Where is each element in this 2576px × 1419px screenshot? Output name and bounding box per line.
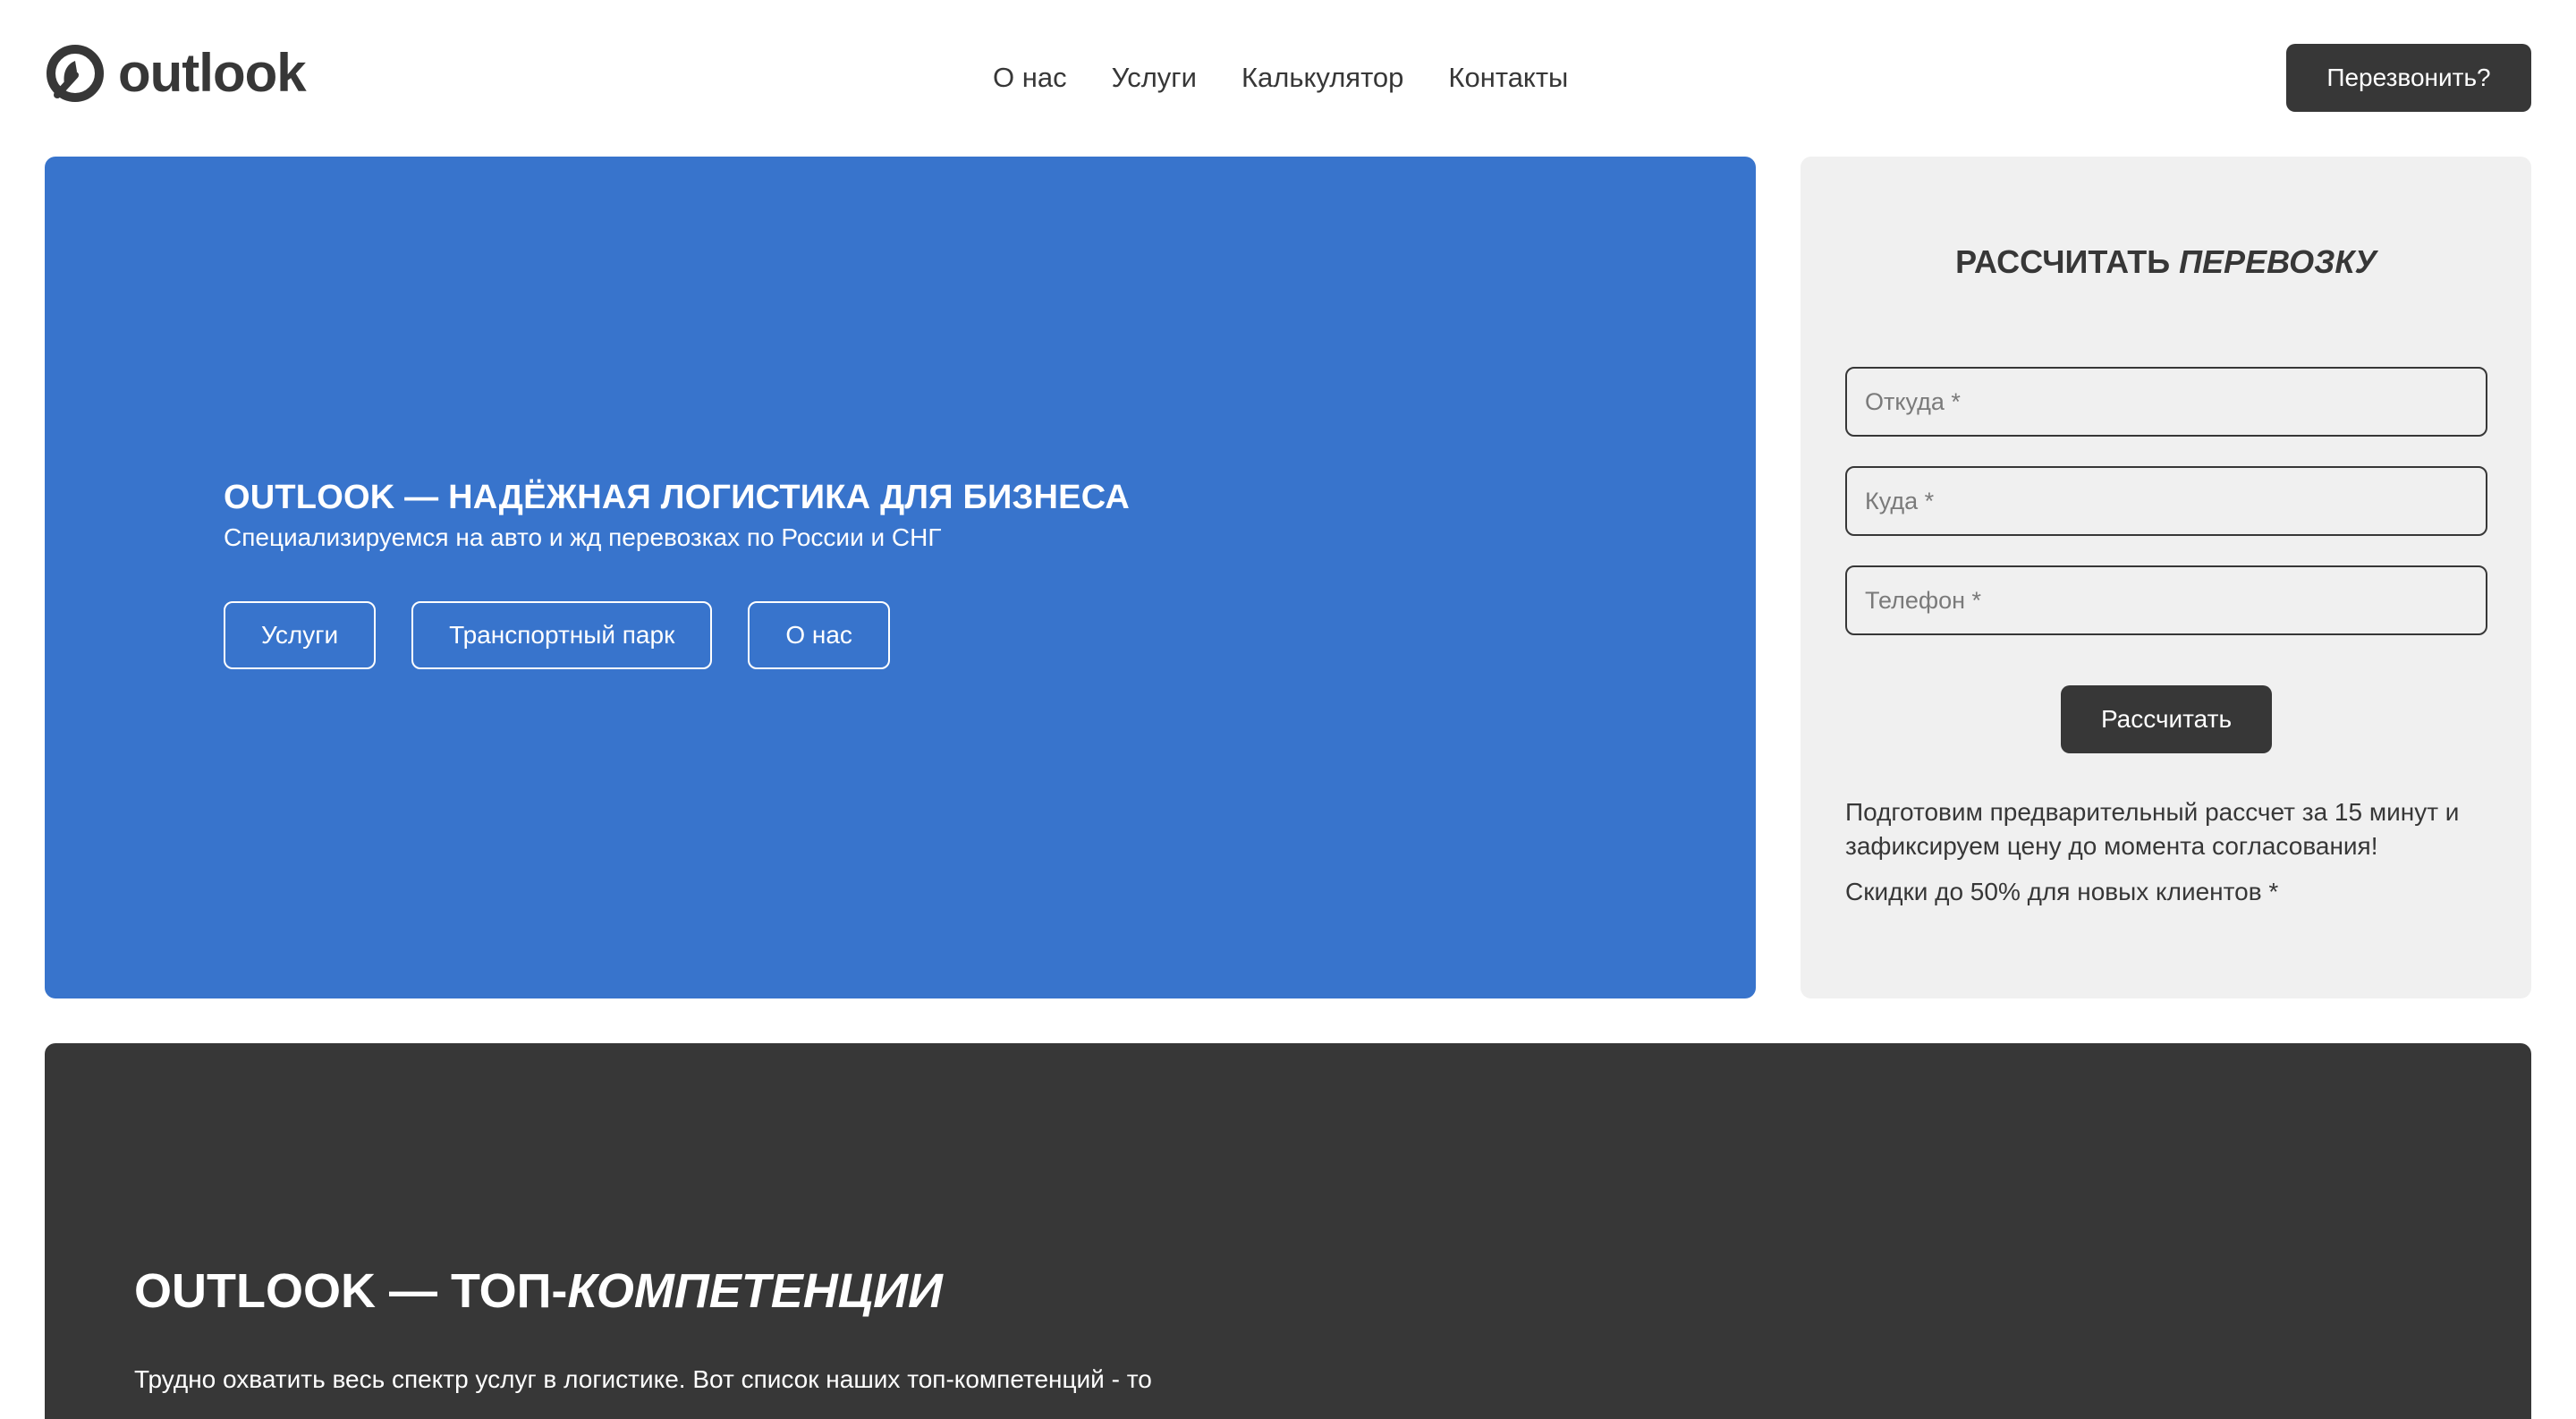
- nav-link-services[interactable]: Услуги: [1112, 62, 1197, 94]
- calculator-title: РАССЧИТАТЬ ПЕРЕВОЗКУ: [1801, 243, 2531, 281]
- competencies-title-emphasis: КОМПЕТЕНЦИИ: [567, 1264, 943, 1318]
- calculator-title-emphasis: ПЕРЕВОЗКУ: [2179, 243, 2377, 280]
- callback-button[interactable]: Перезвонить?: [2286, 44, 2531, 112]
- logo-icon: [47, 45, 104, 102]
- logo-text: outlook: [118, 43, 307, 103]
- calculator-title-prefix: РАССЧИТАТЬ: [1955, 243, 2180, 280]
- competencies-title: OUTLOOK — ТОП-КОМПЕТЕНЦИИ: [134, 1263, 943, 1319]
- nav-link-about[interactable]: О нас: [993, 62, 1067, 94]
- site-header: outlook О нас Услуги Калькулятор Контакт…: [0, 0, 2576, 157]
- shipping-calculator: РАССЧИТАТЬ ПЕРЕВОЗКУ Рассчитать Подготов…: [1801, 157, 2531, 998]
- nav-link-contacts[interactable]: Контакты: [1448, 62, 1568, 94]
- fleet-button[interactable]: Транспортный парк: [411, 601, 713, 669]
- main-nav: О нас Услуги Калькулятор Контакты: [993, 55, 1568, 100]
- discount-note: Скидки до 50% для новых клиентов *: [1845, 878, 2279, 905]
- competencies-title-prefix: OUTLOOK — ТОП-: [134, 1264, 568, 1318]
- hero-banner: OUTLOOK — НАДЁЖНАЯ ЛОГИСТИКА ДЛЯ БИЗНЕСА…: [45, 157, 1756, 998]
- hero-title: OUTLOOK — НАДЁЖНАЯ ЛОГИСТИКА ДЛЯ БИЗНЕСА: [224, 479, 1131, 516]
- to-input[interactable]: [1845, 466, 2487, 536]
- phone-input[interactable]: [1845, 565, 2487, 635]
- hero-subtitle: Специализируемся на авто и жд перевозках…: [224, 523, 942, 551]
- hero-button-group: Услуги Транспортный парк О нас: [224, 601, 926, 669]
- competencies-section: OUTLOOK — ТОП-КОМПЕТЕНЦИИ Трудно охватит…: [45, 1043, 2531, 1419]
- calculator-note: Подготовим предварительный рассчет за 15…: [1845, 798, 2460, 860]
- calculate-button[interactable]: Рассчитать: [2061, 685, 2272, 753]
- logo[interactable]: outlook: [45, 39, 307, 107]
- competencies-text: Трудно охватить весь спектр услуг в логи…: [134, 1365, 1152, 1393]
- about-button[interactable]: О нас: [748, 601, 890, 669]
- nav-link-calculator[interactable]: Калькулятор: [1241, 62, 1403, 94]
- from-input[interactable]: [1845, 367, 2487, 437]
- services-button[interactable]: Услуги: [224, 601, 377, 669]
